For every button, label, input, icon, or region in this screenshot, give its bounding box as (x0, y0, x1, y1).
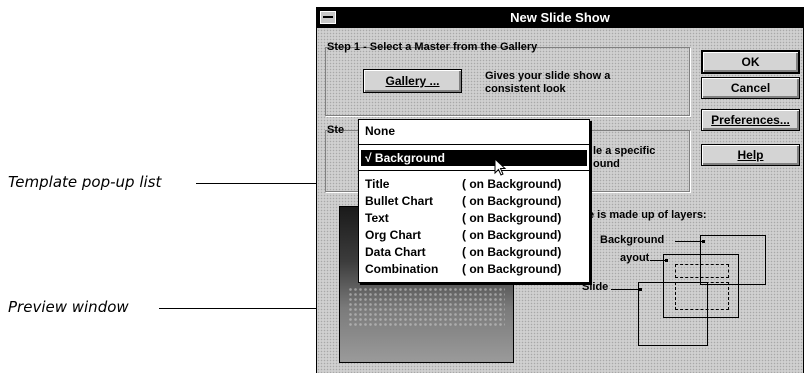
layers-caption: e is made up of layers: (588, 209, 707, 221)
popup-item-title[interactable]: Title( on Background) (365, 176, 585, 192)
step1-label: Step 1 - Select a Master from the Galler… (327, 41, 538, 53)
help-button[interactable]: Help (701, 144, 800, 166)
popup-item-combination[interactable]: Combination( on Background) (365, 261, 585, 277)
ok-button[interactable]: OK (701, 50, 800, 74)
gallery-button[interactable]: Gallery ... (363, 69, 462, 93)
popup-item-org-chart[interactable]: Org Chart( on Background) (365, 227, 585, 243)
popup-separator (359, 170, 589, 171)
step2-label: Ste (327, 124, 345, 136)
callout-leader-preview (159, 308, 339, 309)
slide-layer-box (638, 282, 708, 346)
template-popup-list[interactable]: None √ Background Title( on Background) … (358, 119, 590, 283)
background-dot (702, 240, 705, 243)
arrow-cursor-icon (494, 158, 507, 176)
step2-description-line2: ound (593, 158, 620, 170)
popup-separator (359, 144, 589, 145)
slide-dot (639, 288, 642, 291)
preferences-button[interactable]: Preferences... (701, 109, 800, 131)
callout-preview-window: Preview window (8, 298, 129, 316)
layout-leader (650, 260, 665, 261)
popup-item-data-chart[interactable]: Data Chart( on Background) (365, 244, 585, 260)
layout-layer-label: ayout (620, 252, 650, 264)
slide-leader (611, 289, 639, 290)
popup-item-background-selected[interactable]: √ Background (361, 150, 587, 166)
popup-item-none[interactable]: None (365, 123, 585, 139)
step1-description: Gives your slide show a consistent look (485, 70, 611, 95)
layout-dot (665, 259, 668, 262)
cancel-button[interactable]: Cancel (701, 77, 800, 99)
background-leader (675, 241, 702, 242)
background-layer-label: Background (600, 234, 665, 246)
dialog-title: New Slide Show (510, 10, 610, 25)
popup-item-bullet-chart[interactable]: Bullet Chart( on Background) (365, 193, 585, 209)
popup-item-text[interactable]: Text( on Background) (365, 210, 585, 226)
title-bar: New Slide Show (317, 8, 803, 28)
callout-template-popup: Template pop-up list (8, 173, 162, 191)
step2-description-line1: le a specific (593, 145, 656, 157)
layout-title-placeholder (675, 264, 729, 278)
